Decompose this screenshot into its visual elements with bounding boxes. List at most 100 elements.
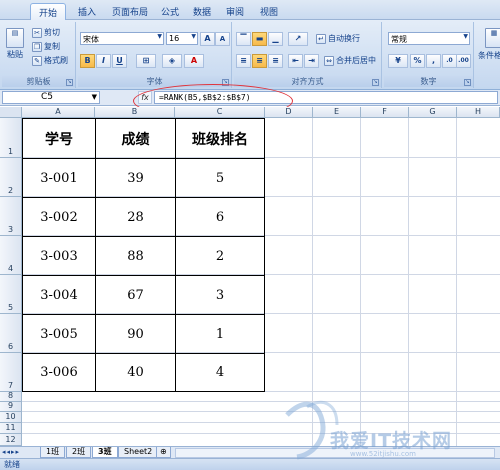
paste-button[interactable]: ▤ 粘贴 (6, 28, 24, 60)
align-center-button[interactable]: ≡ (252, 54, 267, 68)
row-header[interactable]: 9 (0, 401, 22, 412)
comma-button[interactable]: , (426, 54, 441, 68)
number-launcher-icon[interactable]: ↘ (464, 79, 471, 86)
align-top-button[interactable]: ▔ (236, 32, 251, 46)
decrease-indent-button[interactable]: ⇤ (288, 54, 303, 68)
table-cell[interactable]: 3-004 (23, 276, 96, 315)
last-sheet-icon[interactable]: ▸ (16, 448, 21, 456)
row-header[interactable]: 11 (0, 423, 22, 434)
column-header-c[interactable]: C (175, 107, 265, 118)
align-right-button[interactable]: ≡ (268, 54, 283, 68)
table-cell[interactable]: 40 (96, 354, 176, 392)
border-button[interactable]: ⊞ (136, 54, 156, 68)
table-cell[interactable]: 4 (176, 354, 265, 392)
tab-view[interactable]: 视图 (252, 3, 286, 20)
font-name-select[interactable]: 宋体 ▼ (80, 32, 164, 45)
font-size-select[interactable]: 16 ▼ (166, 32, 198, 45)
align-left-button[interactable]: ≡ (236, 54, 251, 68)
sheet-tab-1[interactable]: 1班 (40, 447, 66, 458)
spreadsheet-grid[interactable]: A B C D E F G H 1 2 3 4 5 6 7 8 9 10 11 … (0, 107, 500, 446)
column-header-d[interactable]: D (265, 107, 313, 118)
table-cell[interactable]: 3-001 (23, 159, 96, 198)
align-bottom-icon: ▁ (272, 34, 279, 43)
row-header[interactable]: 5 (0, 275, 22, 314)
row-header[interactable]: 1 (0, 118, 22, 158)
table-cell[interactable]: 3-003 (23, 237, 96, 276)
row-header[interactable]: 4 (0, 236, 22, 275)
alignment-launcher-icon[interactable]: ↘ (372, 79, 379, 86)
row-header[interactable]: 6 (0, 314, 22, 353)
copy-icon: ❐ (32, 41, 42, 52)
conditional-format-button[interactable]: ▦ 条件格式 (478, 28, 500, 61)
row-header[interactable]: 10 (0, 412, 22, 423)
copy-button[interactable]: ❐ 复制 (32, 41, 60, 52)
decrease-decimal-button[interactable]: .00 (456, 54, 471, 68)
table-cell[interactable]: 3-006 (23, 354, 96, 392)
sheet-tab-2[interactable]: 2班 (66, 447, 92, 458)
tab-review[interactable]: 审阅 (218, 3, 252, 20)
shrink-font-button[interactable]: A (215, 32, 230, 46)
column-header-f[interactable]: F (361, 107, 409, 118)
table-cell[interactable]: 2 (176, 237, 265, 276)
merge-center-button[interactable]: ⇔ 合并后居中 (324, 55, 376, 66)
sheet-tab-3[interactable]: 3班 (92, 447, 118, 458)
insert-sheet-button[interactable]: ⊕ (156, 447, 171, 458)
cut-button[interactable]: ✂ 剪切 (32, 27, 60, 38)
underline-button[interactable]: U (112, 54, 127, 68)
tab-data[interactable]: 数据 (185, 3, 219, 20)
column-header-e[interactable]: E (313, 107, 361, 118)
row-header[interactable]: 3 (0, 197, 22, 236)
percent-button[interactable]: % (410, 54, 425, 68)
select-all-corner[interactable] (0, 107, 22, 118)
align-middle-button[interactable]: ▬ (252, 32, 267, 46)
table-cell[interactable]: 90 (96, 315, 176, 354)
font-color-button[interactable]: A (184, 54, 204, 68)
tab-insert[interactable]: 插入 (70, 3, 104, 20)
sheet-nav-buttons[interactable]: ◂◂▸▸ (2, 448, 20, 456)
table-cell[interactable]: 3-005 (23, 315, 96, 354)
grow-font-button[interactable]: A (200, 32, 215, 46)
status-text: 就绪 (4, 460, 20, 469)
column-header-g[interactable]: G (409, 107, 457, 118)
increase-indent-button[interactable]: ⇥ (304, 54, 319, 68)
table-cell[interactable]: 39 (96, 159, 176, 198)
header-cell[interactable]: 学号 (23, 119, 96, 159)
row-header[interactable]: 12 (0, 434, 22, 446)
italic-button[interactable]: I (96, 54, 111, 68)
number-format-select[interactable]: 常规 ▼ (388, 32, 470, 45)
tab-page-layout[interactable]: 页面布局 (104, 3, 156, 20)
table-cell[interactable]: 3-002 (23, 198, 96, 237)
table-cell[interactable]: 1 (176, 315, 265, 354)
header-cell[interactable]: 成绩 (96, 119, 176, 159)
tab-formulas[interactable]: 公式 (153, 3, 187, 20)
merge-center-label: 合并后居中 (336, 56, 376, 65)
table-cell[interactable]: 88 (96, 237, 176, 276)
increase-decimal-button[interactable]: .0 (442, 54, 457, 68)
column-header-a[interactable]: A (22, 107, 95, 118)
clipboard-launcher-icon[interactable]: ↘ (66, 79, 73, 86)
tab-home[interactable]: 开始 (30, 3, 67, 20)
column-header-h[interactable]: H (457, 107, 500, 118)
table-cell[interactable]: 3 (176, 276, 265, 315)
orientation-button[interactable]: ↗ (288, 32, 308, 46)
currency-button[interactable]: ¥ (388, 54, 408, 68)
gridline (22, 422, 500, 423)
table-cell[interactable]: 6 (176, 198, 265, 237)
fill-color-button[interactable]: ◈ (162, 54, 182, 68)
italic-label: I (102, 56, 105, 65)
bold-button[interactable]: B (80, 54, 95, 68)
column-header-b[interactable]: B (95, 107, 175, 118)
name-box[interactable]: C5 ▼ (2, 91, 100, 104)
status-bar: 就绪 (0, 458, 500, 470)
sheet-tab-sheet2[interactable]: Sheet2 (118, 447, 159, 458)
table-cell[interactable]: 28 (96, 198, 176, 237)
table-cell[interactable]: 5 (176, 159, 265, 198)
header-cell[interactable]: 班级排名 (176, 119, 265, 159)
row-header[interactable]: 7 (0, 353, 22, 392)
percent-label: % (413, 56, 422, 65)
align-bottom-button[interactable]: ▁ (268, 32, 283, 46)
table-cell[interactable]: 67 (96, 276, 176, 315)
format-painter-button[interactable]: ✎ 格式刷 (32, 55, 68, 66)
wrap-text-button[interactable]: ↵ 自动换行 (316, 33, 360, 44)
row-header[interactable]: 2 (0, 158, 22, 197)
